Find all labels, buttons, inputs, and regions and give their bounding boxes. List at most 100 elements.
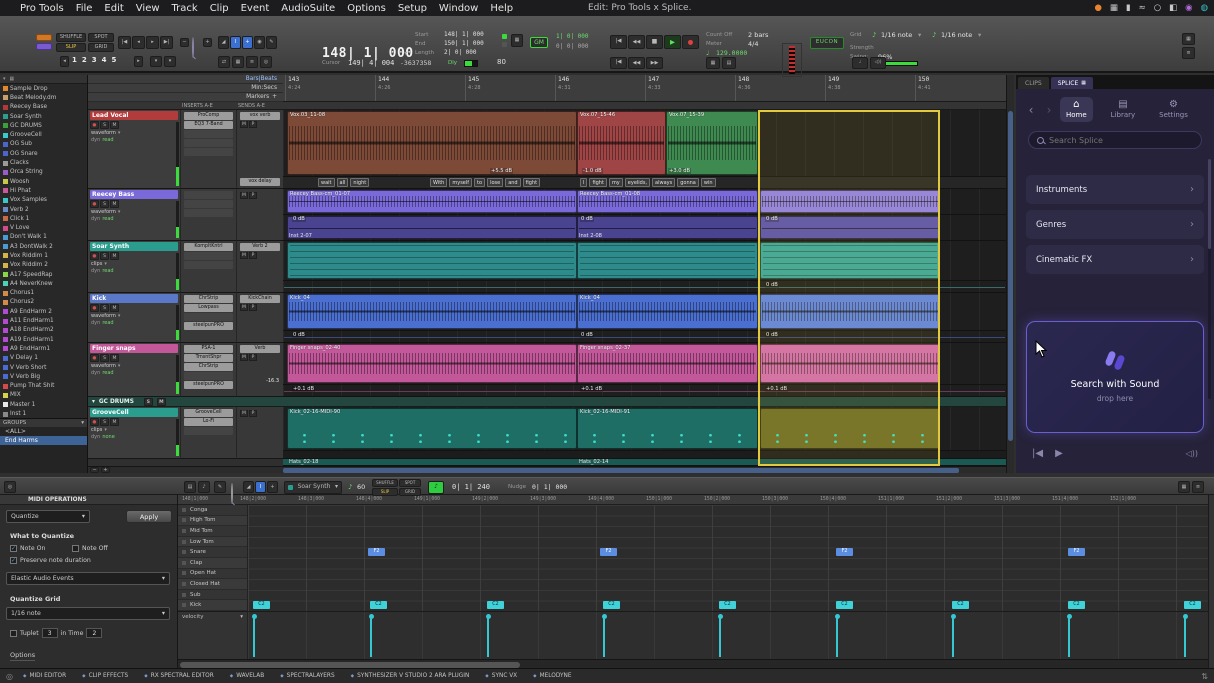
midi-note[interactable]: C2 xyxy=(253,601,270,609)
search-input[interactable] xyxy=(1049,136,1179,145)
drum-lane-row[interactable]: Kick xyxy=(178,600,247,611)
midi-note-grid[interactable]: F2F2F2F2 C2C2C2C2C2C2C2C2C2 xyxy=(248,505,1208,611)
velocity-lane[interactable] xyxy=(248,611,1208,659)
lyric-clip[interactable]: lose xyxy=(487,178,503,187)
midi-clip-selected[interactable] xyxy=(760,242,940,279)
nav-library[interactable]: ▤Library xyxy=(1105,97,1141,122)
lyric-clip[interactable]: night xyxy=(350,178,369,187)
search-with-sound-dropzone[interactable]: Search with Sound drop here xyxy=(1026,321,1204,433)
velocity-stem[interactable] xyxy=(487,617,489,657)
audio-clip[interactable]: Vox.07_15-46 xyxy=(577,111,666,175)
automation-mode-selector[interactable]: dynread xyxy=(91,268,178,274)
midi-note[interactable]: F2 xyxy=(600,548,617,556)
memory-next-button[interactable]: ▸ xyxy=(134,56,143,67)
audio-clip-selected[interactable] xyxy=(760,216,940,239)
shuffle-mode-button[interactable]: SHUFFLE xyxy=(56,33,86,42)
spotlight-icon[interactable]: ○ xyxy=(1154,3,1161,13)
memory-location-button[interactable]: 3 xyxy=(92,56,97,64)
insert-slot-empty[interactable] xyxy=(184,191,233,199)
eucon-badge[interactable]: EUCON xyxy=(810,37,844,49)
record-enable-button[interactable]: ● xyxy=(90,304,99,312)
nav-forward-icon[interactable]: › xyxy=(1042,103,1056,117)
lyric-clip[interactable]: fight xyxy=(589,178,606,187)
midi-editor-counter[interactable]: 0| 1| 240 xyxy=(452,483,490,491)
audio-clip[interactable]: Reecey Bass-cm_01-08 xyxy=(577,190,758,213)
output-path[interactable]: vox delay xyxy=(240,178,280,186)
trim-tool-button[interactable]: ◢ xyxy=(243,481,254,493)
velocity-stem[interactable] xyxy=(1184,617,1186,657)
grabber-tool-button[interactable]: + xyxy=(242,36,253,49)
groups-dropdown-icon[interactable]: ▾ xyxy=(81,420,84,426)
solo-button[interactable]: S xyxy=(100,304,109,312)
splice-search-box[interactable] xyxy=(1028,131,1202,149)
send-slot[interactable]: vox verb xyxy=(240,112,280,120)
previous-button[interactable]: |◀ xyxy=(1032,448,1043,459)
lyric-clip[interactable]: my xyxy=(609,178,623,187)
velocity-stem[interactable] xyxy=(253,617,255,657)
group-bar-gc-drums[interactable]: ▾ GC DRUMS S M xyxy=(88,397,1006,407)
automation-breakpoint[interactable]: -1.0 dB xyxy=(582,168,603,174)
rewind-button[interactable]: ◀◀ xyxy=(628,35,645,49)
insert-slot[interactable]: steelpunPRO xyxy=(184,322,233,330)
ruler-slot[interactable]: 1454:28 xyxy=(465,75,555,101)
drum-lane-row[interactable]: Conga xyxy=(178,505,247,516)
tab-clips[interactable]: CLIPS xyxy=(1018,77,1049,89)
send-pan-button[interactable]: P xyxy=(249,192,257,199)
mirror-midi-button[interactable]: ◎ xyxy=(260,56,272,68)
record-enable-button[interactable]: ● xyxy=(90,121,99,129)
track-view-selector[interactable]: waveform▾ xyxy=(91,313,178,319)
bottom-tab[interactable]: ◆ SYNC VX xyxy=(479,671,523,681)
panel-menu-icon[interactable]: ◎ xyxy=(4,481,16,493)
mode-link-purple[interactable] xyxy=(36,43,52,50)
insert-slot-empty[interactable] xyxy=(184,313,233,321)
audio-clip-selected[interactable] xyxy=(760,344,940,383)
send-mute-button[interactable]: M xyxy=(240,252,248,259)
vertical-scroll-thumb[interactable] xyxy=(1008,111,1013,441)
slip-mode-button[interactable]: SLIP xyxy=(372,488,398,496)
track-header-groovecell[interactable]: GrooveCell ● S M clips▾ dynnone xyxy=(88,407,180,459)
lead-vocal-lane[interactable]: Vox.03_11-08 Vox.07_15-46 Vox.07_15-39 +… xyxy=(283,110,1006,177)
mute-button[interactable]: M xyxy=(110,200,119,208)
midi-note[interactable]: F2 xyxy=(368,548,385,556)
mute-button[interactable]: M xyxy=(110,121,119,129)
automation-breakpoint[interactable]: 0 dB xyxy=(765,282,779,288)
insert-slot[interactable]: Lowpass xyxy=(184,304,233,312)
ruler-slot[interactable]: 1434:24 xyxy=(285,75,375,101)
memory-prev-button[interactable]: ◂ xyxy=(60,56,69,67)
pre-roll-value[interactable]: 1| 0| 000 xyxy=(556,33,589,40)
solo-button[interactable]: S xyxy=(100,354,109,362)
options-expander[interactable]: Options xyxy=(10,651,35,661)
insert-slot-empty[interactable] xyxy=(184,200,233,208)
send-pan-button[interactable]: P xyxy=(249,304,257,311)
volume-icon[interactable]: ◁)) xyxy=(1186,449,1198,458)
soar-synth-lane[interactable] xyxy=(283,241,1006,281)
automation-breakpoint[interactable]: +0.1 dB xyxy=(765,386,788,392)
track-header-lead-vocal[interactable]: Lead Vocal ● S M waveform▾ dynread xyxy=(88,110,180,189)
stop-button[interactable]: ■ xyxy=(646,35,663,49)
insert-slot[interactable]: EQ3 7-Band xyxy=(184,121,233,129)
track-name-kick[interactable]: Kick xyxy=(90,294,178,303)
tuplet-n-input[interactable]: 3 xyxy=(42,628,58,638)
ruler-slot[interactable]: 1464:31 xyxy=(555,75,645,101)
drum-lane-row[interactable]: Sub xyxy=(178,590,247,601)
midi-track-selector[interactable]: Soar Synth ▾ xyxy=(284,481,342,494)
track-view-selector[interactable]: clips▾ xyxy=(91,427,178,433)
lyric-clip[interactable]: I xyxy=(580,178,587,187)
midi-note[interactable]: C2 xyxy=(952,601,969,609)
audio-clip[interactable]: Reecey Bass-cm_01-07 xyxy=(287,190,577,213)
grid-display-icon[interactable]: ▦ xyxy=(1178,481,1190,493)
record-enable-button[interactable]: ● xyxy=(90,200,99,208)
nav-back-icon[interactable]: ‹ xyxy=(1024,103,1038,117)
delay-indicator[interactable]: Dly xyxy=(448,60,457,66)
record-enable-button[interactable]: ● xyxy=(90,354,99,362)
soar-synth-automation-lane[interactable]: 0 dB xyxy=(283,281,1006,293)
menu-item[interactable]: Edit xyxy=(104,3,123,14)
ruler-slot[interactable]: 1474:33 xyxy=(645,75,735,101)
start-value[interactable]: 148| 1| 000 xyxy=(444,31,484,38)
ruler-slot[interactable]: 1484:36 xyxy=(735,75,825,101)
track-list-icon[interactable]: ▤ xyxy=(184,481,196,493)
send-mute-button[interactable]: M xyxy=(240,121,248,128)
insert-slot-empty[interactable] xyxy=(184,261,233,269)
record-enable-button[interactable]: ● xyxy=(90,252,99,260)
grid-mode-button[interactable]: GRID xyxy=(399,488,421,496)
